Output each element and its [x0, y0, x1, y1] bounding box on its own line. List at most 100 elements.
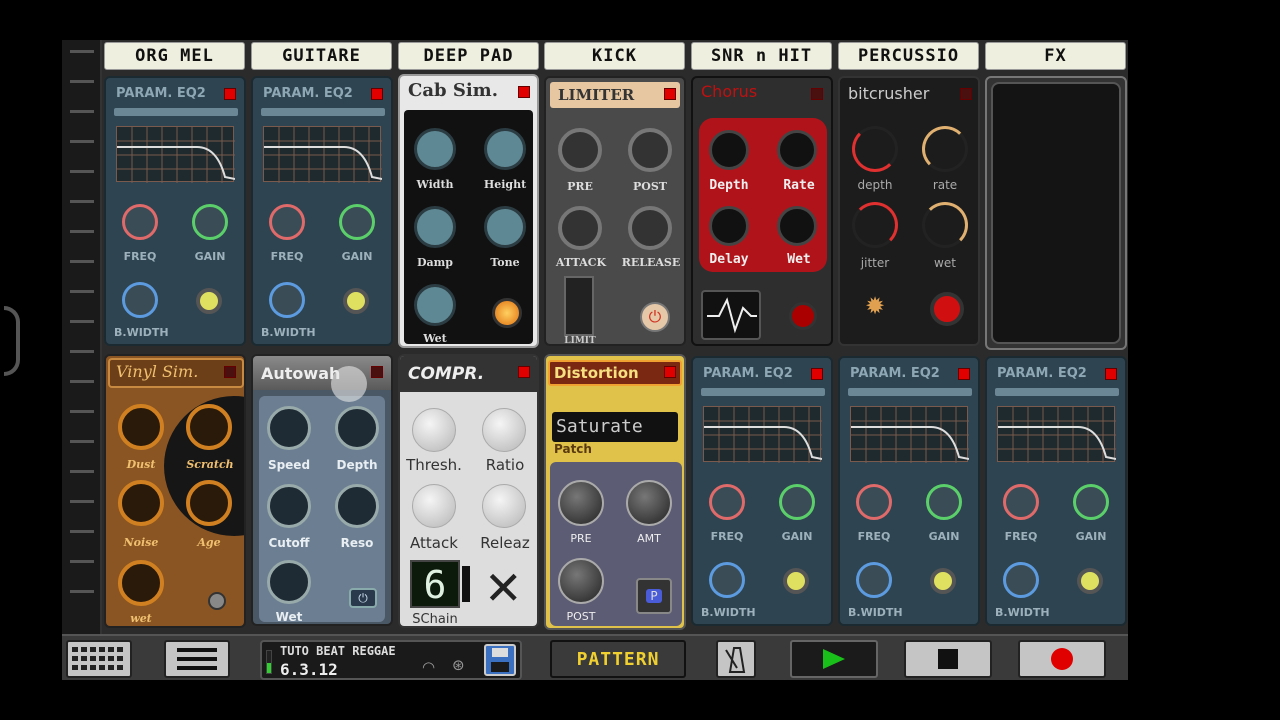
- power-led[interactable]: [960, 88, 972, 100]
- noise-knob[interactable]: [118, 480, 164, 526]
- cutoff-knob[interactable]: [267, 484, 311, 528]
- attack-knob[interactable]: [412, 484, 456, 528]
- depth-knob[interactable]: [335, 406, 379, 450]
- tonearm-knob[interactable]: [208, 592, 226, 610]
- pattern-button[interactable]: PATTERN: [550, 640, 686, 678]
- delay-knob[interactable]: [709, 206, 749, 246]
- wet-knob[interactable]: [414, 284, 456, 326]
- chorus-panel: Chorus Depth Rate Delay Wet: [691, 76, 833, 346]
- freq-knob[interactable]: [1003, 484, 1039, 520]
- side-handle[interactable]: [4, 306, 20, 376]
- sun-icon[interactable]: ✹: [858, 292, 892, 326]
- rate-knob[interactable]: [777, 130, 817, 170]
- gain-knob[interactable]: [926, 484, 962, 520]
- height-knob[interactable]: [484, 128, 526, 170]
- tab-deep-pad[interactable]: DEEP PAD: [398, 42, 539, 70]
- bandwidth-knob[interactable]: [269, 282, 305, 318]
- pre-knob[interactable]: [558, 480, 604, 526]
- metronome-button[interactable]: [716, 640, 756, 678]
- freq-knob[interactable]: [122, 204, 158, 240]
- tab-guitare[interactable]: GUITARE: [251, 42, 392, 70]
- tab-percussio[interactable]: PERCUSSIO: [838, 42, 979, 70]
- stop-button[interactable]: [904, 640, 992, 678]
- speed-knob[interactable]: [267, 406, 311, 450]
- dust-knob[interactable]: [118, 404, 164, 450]
- power-led[interactable]: [958, 368, 970, 380]
- sidechain-display[interactable]: 6: [410, 560, 460, 608]
- power-icon[interactable]: ⏻: [349, 588, 377, 608]
- power-led[interactable]: [1105, 368, 1117, 380]
- gain-label: GAIN: [781, 530, 813, 543]
- power-led[interactable]: [371, 366, 383, 378]
- wet-knob[interactable]: [118, 560, 164, 606]
- age-knob[interactable]: [186, 480, 232, 526]
- bypass-button[interactable]: [343, 288, 369, 314]
- close-icon[interactable]: ✕: [484, 565, 523, 611]
- power-led[interactable]: [518, 86, 530, 98]
- bandwidth-label: B.WIDTH: [995, 606, 1050, 619]
- scratch-knob[interactable]: [186, 404, 232, 450]
- post-knob[interactable]: [628, 128, 672, 172]
- play-button[interactable]: [790, 640, 878, 678]
- gain-knob[interactable]: [192, 204, 228, 240]
- eq-curve-graph: [116, 126, 236, 183]
- gain-knob[interactable]: [1073, 484, 1109, 520]
- wet-knob[interactable]: [922, 202, 968, 248]
- power-led[interactable]: [811, 88, 823, 100]
- depth-knob[interactable]: [852, 126, 898, 172]
- power-led[interactable]: [664, 88, 676, 100]
- fx-empty-slot[interactable]: [985, 76, 1127, 350]
- tab-org-mel[interactable]: ORG MEL: [104, 42, 245, 70]
- power-led[interactable]: [371, 88, 383, 100]
- tab-fx[interactable]: FX: [985, 42, 1126, 70]
- pre-knob[interactable]: [558, 128, 602, 172]
- power-led[interactable]: [664, 366, 676, 378]
- tab-kick[interactable]: KICK: [544, 42, 685, 70]
- chorus-led[interactable]: [789, 302, 817, 330]
- jitter-knob[interactable]: [852, 202, 898, 248]
- power-led[interactable]: [518, 366, 530, 378]
- wet-knob[interactable]: [267, 560, 311, 604]
- save-icon[interactable]: [484, 644, 516, 676]
- release-knob[interactable]: [482, 484, 526, 528]
- ratio-knob[interactable]: [482, 408, 526, 452]
- bypass-button[interactable]: [783, 568, 809, 594]
- reso-knob[interactable]: [335, 484, 379, 528]
- power-led[interactable]: [224, 366, 236, 378]
- wet-knob[interactable]: [777, 206, 817, 246]
- release-knob[interactable]: [628, 206, 672, 250]
- freq-knob[interactable]: [269, 204, 305, 240]
- patch-button[interactable]: P: [636, 578, 672, 614]
- autowah-panel: Autowah Speed Depth Cutoff Reso Wet ⏻: [251, 354, 393, 626]
- bypass-button[interactable]: [1077, 568, 1103, 594]
- bandwidth-knob[interactable]: [709, 562, 745, 598]
- bypass-button[interactable]: [196, 288, 222, 314]
- freq-knob[interactable]: [856, 484, 892, 520]
- threshold-knob[interactable]: [412, 408, 456, 452]
- preset-display[interactable]: Saturate: [552, 412, 678, 442]
- depth-knob[interactable]: [709, 130, 749, 170]
- power-led[interactable]: [811, 368, 823, 380]
- gain-knob[interactable]: [339, 204, 375, 240]
- record-button[interactable]: [1018, 640, 1106, 678]
- bandwidth-knob[interactable]: [856, 562, 892, 598]
- tab-snr-n-hit[interactable]: SNR n HIT: [691, 42, 832, 70]
- tone-knob[interactable]: [484, 206, 526, 248]
- amt-knob[interactable]: [626, 480, 672, 526]
- rate-knob[interactable]: [922, 126, 968, 172]
- grid-view-button[interactable]: [66, 640, 132, 678]
- width-knob[interactable]: [414, 128, 456, 170]
- bandwidth-knob[interactable]: [1003, 562, 1039, 598]
- bitcrusher-led[interactable]: [930, 292, 964, 326]
- power-icon[interactable]: ⏻: [640, 302, 670, 332]
- attack-knob[interactable]: [558, 206, 602, 250]
- bandwidth-label: B.WIDTH: [701, 606, 756, 619]
- post-knob[interactable]: [558, 558, 604, 604]
- bypass-button[interactable]: [930, 568, 956, 594]
- bandwidth-knob[interactable]: [122, 282, 158, 318]
- gain-knob[interactable]: [779, 484, 815, 520]
- power-led[interactable]: [224, 88, 236, 100]
- freq-knob[interactable]: [709, 484, 745, 520]
- menu-button[interactable]: [164, 640, 230, 678]
- damp-knob[interactable]: [414, 206, 456, 248]
